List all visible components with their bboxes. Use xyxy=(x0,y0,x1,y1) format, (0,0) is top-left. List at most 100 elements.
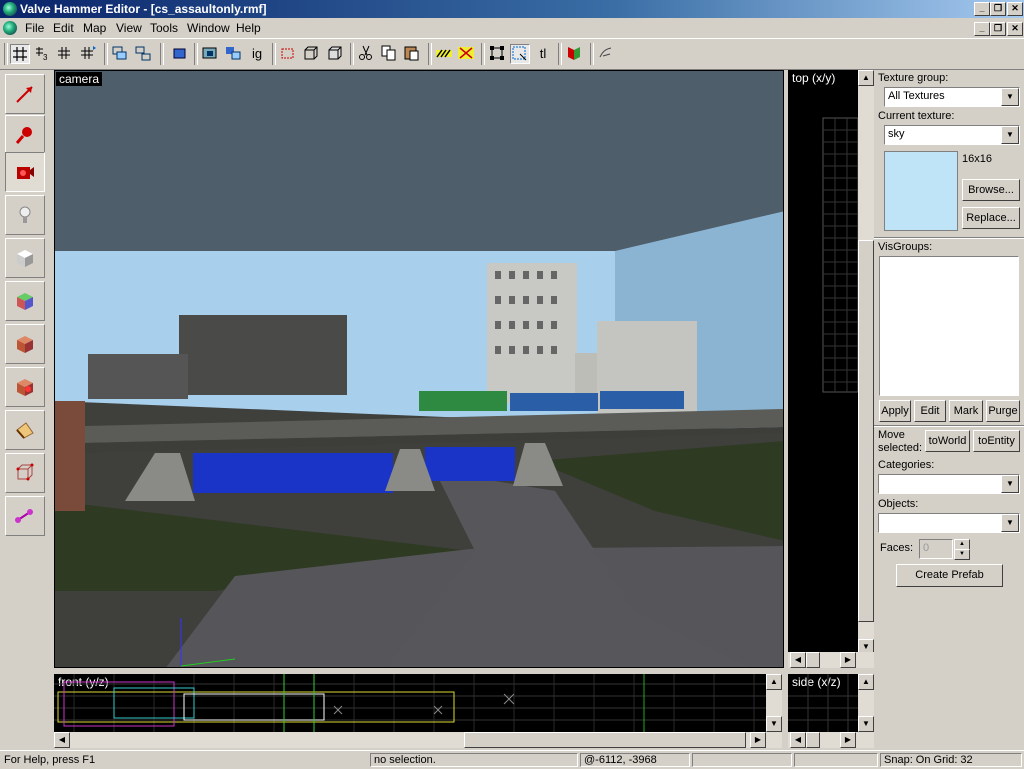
status-empty-2 xyxy=(794,753,878,767)
cube-outline-icon xyxy=(304,46,318,60)
create-prefab-button[interactable]: Create Prefab xyxy=(896,564,1003,587)
top-view-hscroll[interactable]: ◀ ▶ xyxy=(788,652,874,668)
camera-tool[interactable] xyxy=(5,152,45,192)
visgroup-apply-button[interactable]: Apply xyxy=(879,400,911,422)
path-tool[interactable] xyxy=(5,496,45,536)
options-button[interactable] xyxy=(596,44,616,64)
to-world-button[interactable]: toWorld xyxy=(925,430,970,452)
paste-button[interactable] xyxy=(402,44,422,64)
categories-dropdown[interactable]: ▼ xyxy=(878,474,1020,494)
scroll-left-icon[interactable]: ◀ xyxy=(790,732,806,748)
minimize-button[interactable]: _ xyxy=(974,2,990,16)
magnify-icon xyxy=(15,127,32,144)
chevron-down-icon[interactable]: ▼ xyxy=(1001,126,1019,144)
entity-tool[interactable] xyxy=(5,195,45,235)
scroll-right-icon[interactable]: ▶ xyxy=(750,732,766,748)
front-view-vscroll[interactable]: ▲ ▼ xyxy=(766,674,782,732)
texture-preview[interactable] xyxy=(884,151,958,231)
scroll-left-icon[interactable]: ◀ xyxy=(54,732,70,748)
scroll-thumb[interactable] xyxy=(806,652,820,668)
top-view-vscroll[interactable]: ▲ ▼ xyxy=(858,70,874,655)
faces-input[interactable]: 0 xyxy=(919,539,953,559)
toggle-tl-button[interactable]: tl xyxy=(533,44,553,64)
visgroup-edit-button[interactable]: Edit xyxy=(914,400,946,422)
block-tool[interactable] xyxy=(5,238,45,278)
texture-app-tool[interactable] xyxy=(5,281,45,321)
larger-grid-button[interactable] xyxy=(78,44,98,64)
scroll-down-icon[interactable]: ▼ xyxy=(858,716,874,732)
maximize-button[interactable]: ❐ xyxy=(990,2,1006,16)
toggle-grid-lines-button[interactable] xyxy=(456,44,476,64)
ignore-groups-button[interactable]: ig xyxy=(247,44,267,64)
select-by-center-button[interactable] xyxy=(510,44,530,64)
visgroup-mark-button[interactable]: Mark xyxy=(949,400,983,422)
scroll-up-icon[interactable]: ▲ xyxy=(858,70,874,86)
front-view-hscroll[interactable]: ◀ ▶ xyxy=(54,732,782,748)
menu-view[interactable]: View xyxy=(116,21,142,35)
scroll-left-icon[interactable]: ◀ xyxy=(790,652,806,668)
magnify-tool[interactable] xyxy=(5,115,45,155)
visgroup-purge-button[interactable]: Purge xyxy=(986,400,1020,422)
copy-button[interactable] xyxy=(379,44,399,64)
visgroups-list[interactable] xyxy=(879,256,1019,396)
menu-file[interactable]: File xyxy=(25,21,44,35)
document-icon[interactable] xyxy=(3,21,17,35)
hollow-button[interactable] xyxy=(223,44,243,64)
cut-button[interactable] xyxy=(356,44,376,64)
side-viewport[interactable]: side (x/z) xyxy=(788,674,858,732)
scroll-down-icon[interactable]: ▼ xyxy=(766,716,782,732)
menu-help[interactable]: Help xyxy=(236,21,261,35)
current-texture-dropdown[interactable]: sky ▼ xyxy=(884,125,1020,145)
doc-close-button[interactable]: ✕ xyxy=(1007,22,1023,36)
toggle-decals-button[interactable] xyxy=(434,44,454,64)
clipping-tool[interactable] xyxy=(5,410,45,450)
hide-selected-button[interactable] xyxy=(170,44,190,64)
run-map-button[interactable] xyxy=(564,44,584,64)
apply-texture-tool[interactable] xyxy=(5,324,45,364)
grid-toggle-button[interactable] xyxy=(10,44,30,64)
selection-tool[interactable] xyxy=(5,74,45,114)
texture-scale-lock-button[interactable] xyxy=(301,44,321,64)
scroll-up-icon[interactable]: ▲ xyxy=(858,674,874,690)
side-view-hscroll[interactable]: ◀ ▶ xyxy=(788,732,874,748)
objects-dropdown[interactable]: ▼ xyxy=(878,513,1020,533)
front-viewport[interactable]: front (y/z) xyxy=(54,674,766,732)
toggle-3d-button[interactable] xyxy=(325,44,345,64)
scroll-up-icon[interactable]: ▲ xyxy=(766,674,782,690)
camera-viewport[interactable]: camera xyxy=(54,70,784,668)
doc-minimize-button[interactable]: _ xyxy=(974,22,990,36)
close-button[interactable]: ✕ xyxy=(1007,2,1023,16)
top-viewport[interactable]: top (x/y) xyxy=(788,70,858,653)
carve-button[interactable] xyxy=(200,44,220,64)
vertex-tool[interactable] xyxy=(5,453,45,493)
chevron-down-icon[interactable]: ▼ xyxy=(1001,514,1019,532)
doc-restore-button[interactable]: ❐ xyxy=(990,22,1006,36)
menu-tools[interactable]: Tools xyxy=(150,21,178,35)
menu-window[interactable]: Window xyxy=(187,21,230,35)
menu-edit[interactable]: Edit xyxy=(53,21,74,35)
texture-group-dropdown[interactable]: All Textures ▼ xyxy=(884,87,1020,107)
scroll-right-icon[interactable]: ▶ xyxy=(840,652,856,668)
replace-button[interactable]: Replace... xyxy=(962,207,1020,229)
handles-icon xyxy=(490,46,504,60)
decal-icon xyxy=(17,379,33,396)
faces-spin-down-icon[interactable]: ▼ xyxy=(954,549,970,560)
select-by-handles-button[interactable] xyxy=(487,44,507,64)
ungroup-button[interactable] xyxy=(133,44,153,64)
group-button[interactable] xyxy=(110,44,130,64)
menu-map[interactable]: Map xyxy=(83,21,106,35)
decal-tool[interactable] xyxy=(5,367,45,407)
side-view-vscroll[interactable]: ▲ ▼ xyxy=(858,674,874,732)
browse-button[interactable]: Browse... xyxy=(962,179,1020,201)
smaller-grid-button[interactable] xyxy=(54,44,74,64)
toolbar-separator xyxy=(194,43,198,65)
grid-3d-button[interactable]: 3 xyxy=(32,44,52,64)
scroll-thumb[interactable] xyxy=(806,732,820,748)
scroll-thumb[interactable] xyxy=(858,240,874,622)
to-entity-button[interactable]: toEntity xyxy=(973,430,1020,452)
chevron-down-icon[interactable]: ▼ xyxy=(1001,475,1019,493)
texture-lock-button[interactable] xyxy=(278,44,298,64)
scroll-right-icon[interactable]: ▶ xyxy=(840,732,856,748)
chevron-down-icon[interactable]: ▼ xyxy=(1001,88,1019,106)
scroll-thumb[interactable] xyxy=(464,732,746,748)
